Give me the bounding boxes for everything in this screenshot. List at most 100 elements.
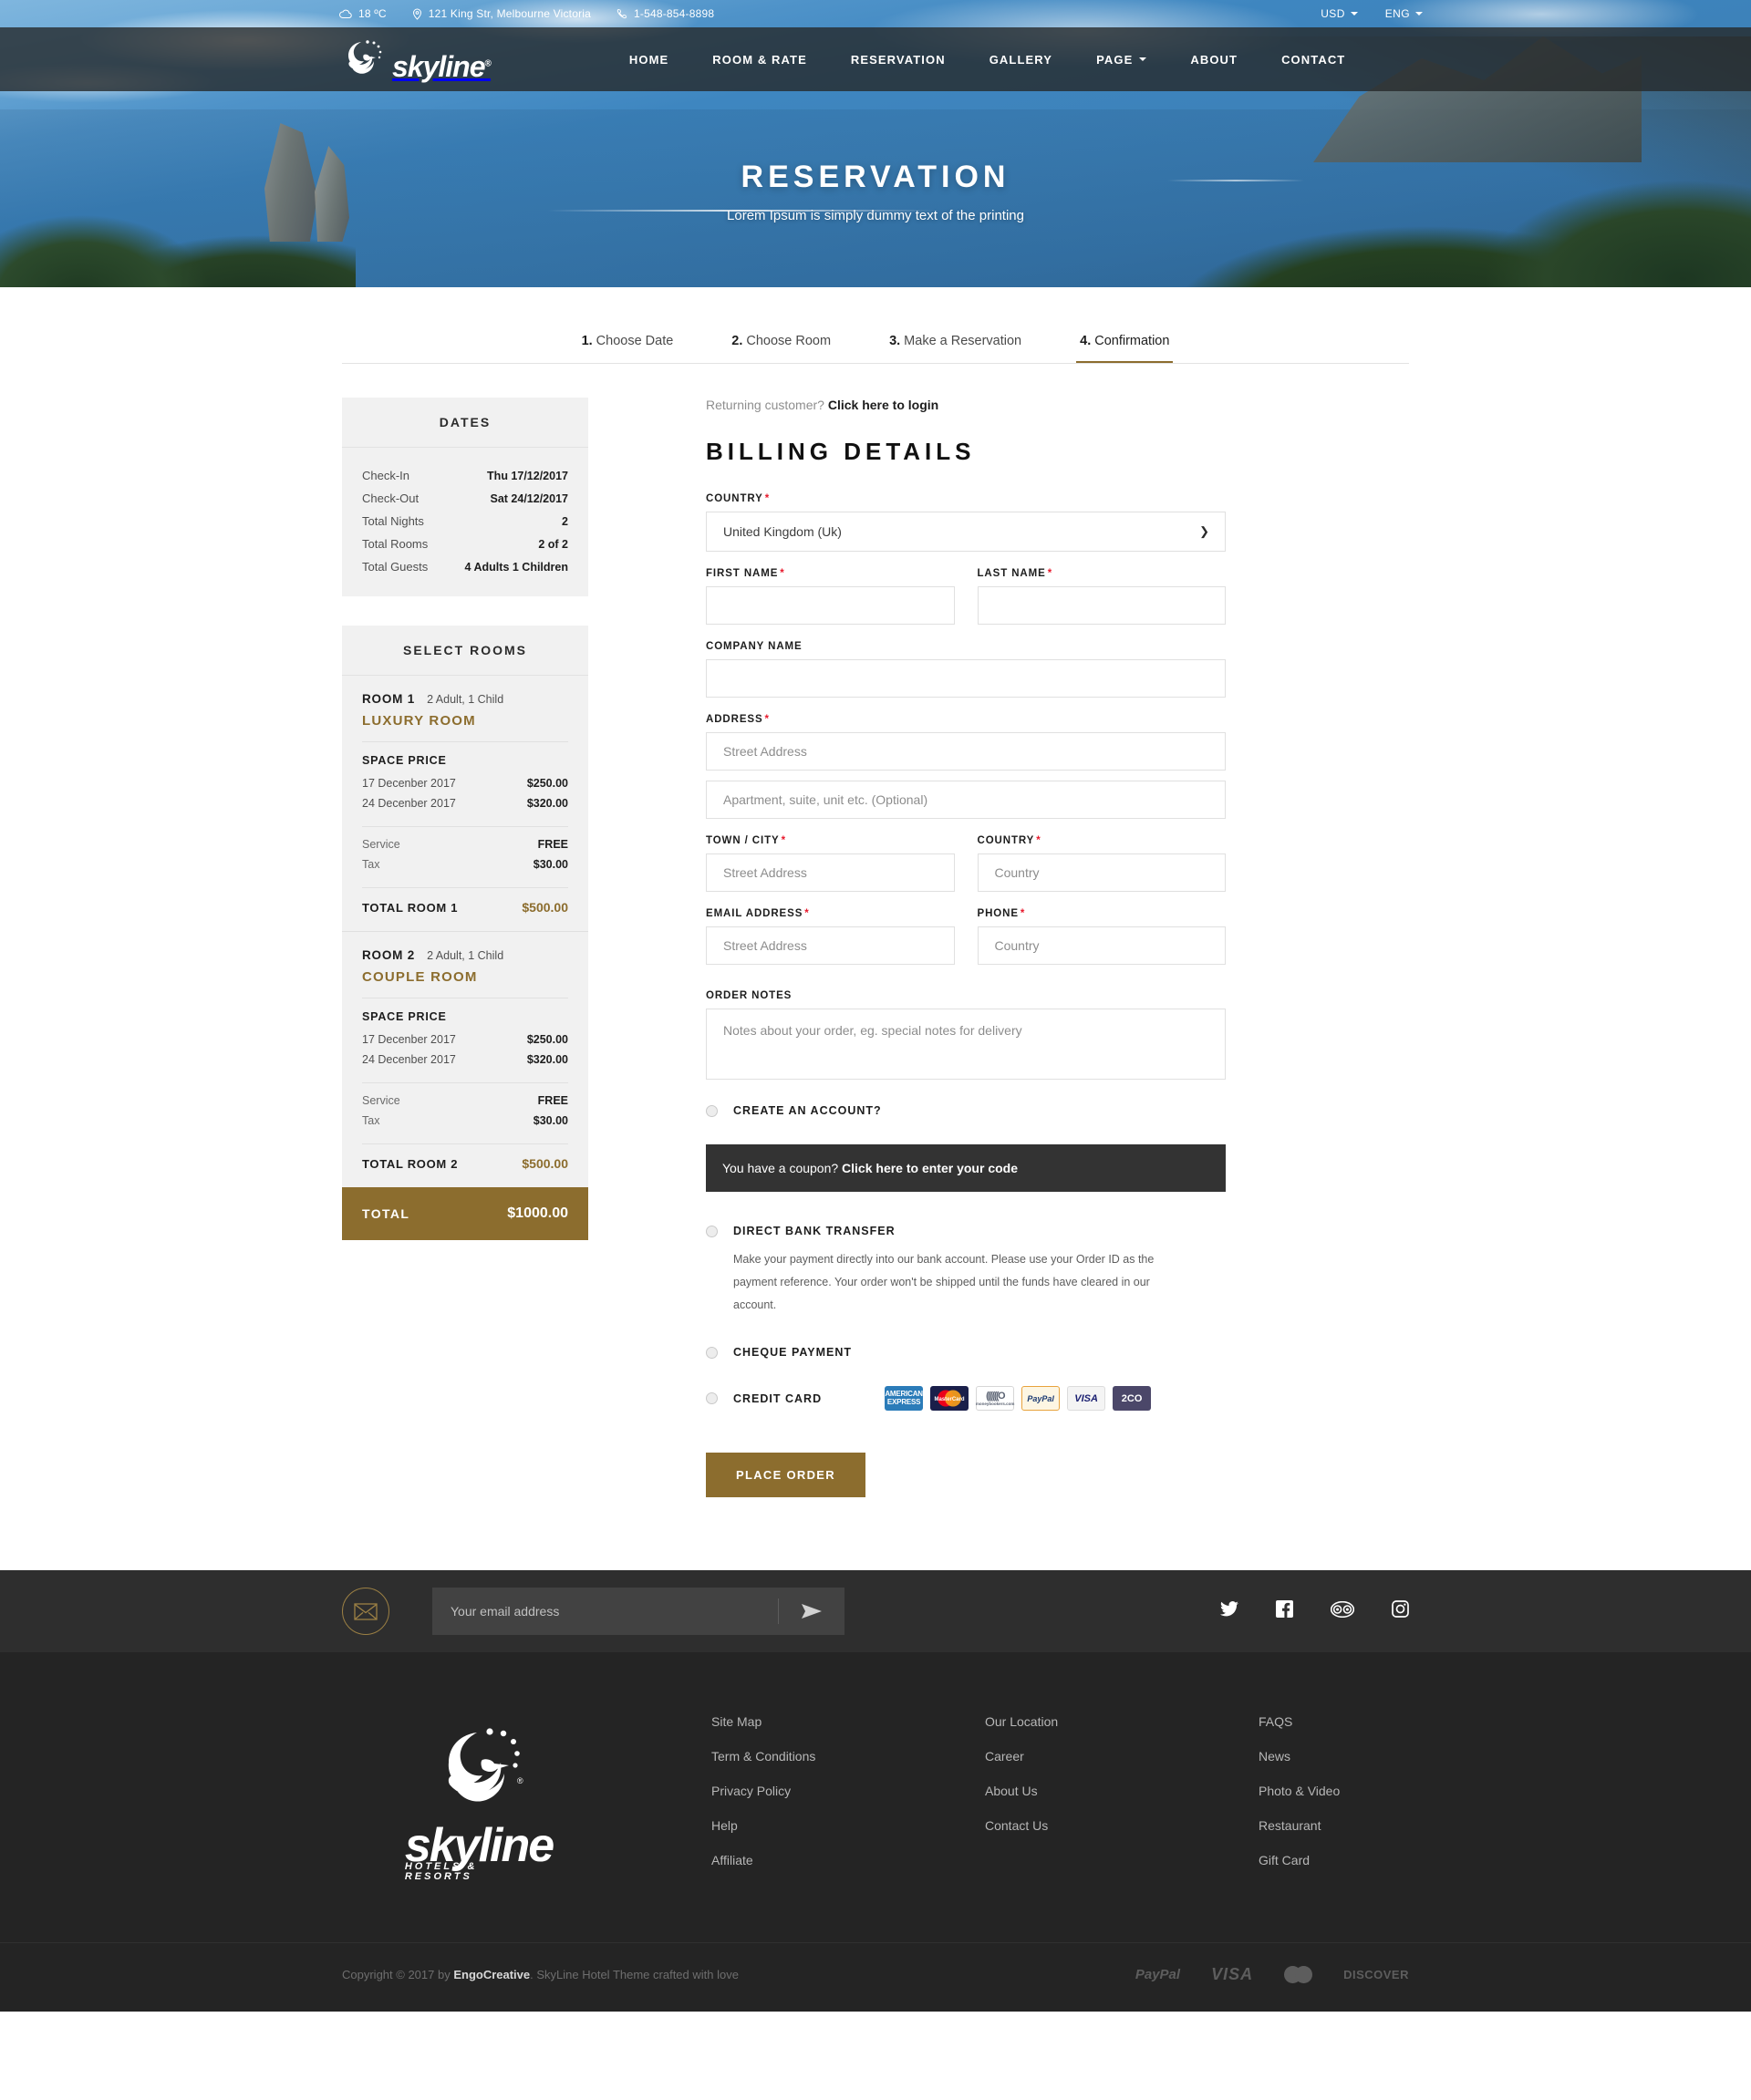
footer-link-photo-video[interactable]: Photo & Video	[1259, 1784, 1532, 1798]
place-order-button[interactable]: PLACE ORDER	[706, 1453, 865, 1497]
night-date: 17 Decenber 2017	[362, 777, 456, 790]
cheque-radio[interactable]	[706, 1346, 718, 1359]
step-choose-room[interactable]: 2. Choose Room	[728, 328, 834, 363]
room-summary-1: ROOM 1 2 Adult, 1 Child LUXURY ROOM SPAC…	[342, 676, 588, 931]
space-price-label: SPACE PRICE	[362, 754, 447, 767]
order-notes-textarea[interactable]	[706, 1009, 1226, 1080]
footer-link-help[interactable]: Help	[711, 1818, 985, 1833]
row-label: Total Nights	[362, 514, 424, 528]
required-mark: *	[1036, 835, 1041, 846]
room-header: ROOM 2 2 Adult, 1 Child	[362, 948, 568, 962]
footer-link-affiliate[interactable]: Affiliate	[711, 1853, 985, 1867]
language-selector[interactable]: ENG	[1385, 7, 1423, 20]
payment-option-credit-card[interactable]: CREDIT CARD AMERICAN EXPRESS MasterCard …	[706, 1386, 1226, 1411]
engocreative-link[interactable]: EngoCreative	[453, 1968, 530, 1981]
page-subtitle: Lorem Ipsum is simply dummy text of the …	[727, 208, 1024, 223]
company-label: COMPANY NAME	[706, 641, 803, 652]
coupon-link[interactable]: Click here to enter your code	[842, 1161, 1018, 1175]
address-line1-input[interactable]	[706, 732, 1226, 771]
nav-item-gallery[interactable]: GALLERY	[968, 53, 1074, 67]
billing-form-section: Returning customer? Click here to login …	[706, 398, 1226, 1497]
room-night-row: 17 Decenber 2017 $250.00	[362, 1029, 568, 1050]
nav-item-room-rate[interactable]: ROOM & RATE	[690, 53, 829, 67]
service-label: Service	[362, 1094, 400, 1107]
footer-link-terms[interactable]: Term & Conditions	[711, 1749, 985, 1764]
topbar-info-group: 18 ºC 121 King Str, Melbourne Victoria 1…	[339, 7, 714, 20]
discover-icon: DISCOVER	[1343, 1968, 1409, 1981]
company-input[interactable]	[706, 659, 1226, 698]
currency-selector[interactable]: USD	[1321, 7, 1358, 20]
footer-link-our-location[interactable]: Our Location	[985, 1714, 1259, 1729]
country2-input[interactable]	[977, 853, 1226, 892]
address-field-group: ADDRESS *	[706, 714, 1226, 819]
payment-option-header[interactable]: CREDIT CARD AMERICAN EXPRESS MasterCard …	[706, 1386, 1226, 1411]
newsletter-submit-button[interactable]	[779, 1588, 844, 1635]
footer-link-news[interactable]: News	[1259, 1749, 1532, 1764]
facebook-icon[interactable]	[1276, 1600, 1293, 1622]
site-logo[interactable]: skyline®	[339, 37, 492, 81]
nav-item-page[interactable]: PAGE	[1074, 53, 1168, 67]
room-tax-row: Tax $30.00	[362, 854, 568, 874]
booking-steps-section: 1. Choose Date 2. Choose Room 3. Make a Res…	[342, 287, 1409, 364]
dates-row-total-rooms: Total Rooms 2 of 2	[362, 533, 568, 555]
footer-link-restaurant[interactable]: Restaurant	[1259, 1818, 1532, 1833]
booking-summary-sidebar: DATES Check-In Thu 17/12/2017 Check-Out …	[342, 398, 588, 1269]
town-input[interactable]	[706, 853, 955, 892]
phone-input[interactable]	[977, 926, 1226, 965]
last-name-input[interactable]	[977, 586, 1226, 625]
step-make-reservation[interactable]: 3. Make a Reservation	[886, 328, 1025, 363]
last-name-label: LAST NAME *	[977, 568, 1053, 579]
tax-value: $30.00	[533, 858, 568, 871]
footer-link-privacy[interactable]: Privacy Policy	[711, 1784, 985, 1798]
coupon-bar[interactable]: You have a coupon? Click here to enter y…	[706, 1144, 1226, 1192]
step-choose-date[interactable]: 1. Choose Date	[578, 328, 678, 363]
payment-option-bank-transfer[interactable]: DIRECT BANK TRANSFER Make your payment d…	[706, 1225, 1226, 1317]
required-mark: *	[1047, 568, 1053, 579]
create-account-row[interactable]: CREATE AN ACCOUNT?	[706, 1104, 1226, 1117]
tripadvisor-icon[interactable]	[1330, 1600, 1355, 1622]
login-link[interactable]: Click here to login	[828, 398, 938, 412]
twitter-icon[interactable]	[1220, 1601, 1238, 1621]
footer-logo-wordmark: skyline HOTELS & RESORTS	[405, 1822, 554, 1882]
first-name-input[interactable]	[706, 586, 955, 625]
step-number: 3.	[889, 334, 901, 348]
footer-link-site-map[interactable]: Site Map	[711, 1714, 985, 1729]
footer-link-gift-card[interactable]: Gift Card	[1259, 1853, 1532, 1867]
bank-transfer-radio[interactable]	[706, 1225, 718, 1237]
step-confirmation[interactable]: 4. Confirmation	[1076, 328, 1174, 363]
grand-total-bar: TOTAL $1000.00	[342, 1187, 588, 1240]
instagram-icon[interactable]	[1392, 1600, 1409, 1622]
row-value: 4 Adults 1 Children	[464, 561, 568, 574]
address-line2-input[interactable]	[706, 781, 1226, 819]
create-account-radio[interactable]	[706, 1104, 718, 1117]
credit-card-radio[interactable]	[706, 1392, 718, 1404]
site-footer: ® skyline HOTELS & RESORTS Site Map Term…	[0, 1652, 1751, 2012]
svg-text:MasterCard: MasterCard	[935, 1397, 965, 1402]
payment-option-header[interactable]: DIRECT BANK TRANSFER	[706, 1225, 1226, 1237]
returning-customer-notice: Returning customer? Click here to login	[706, 398, 1226, 412]
cloud-icon	[339, 9, 352, 19]
footer-link-career[interactable]: Career	[985, 1749, 1259, 1764]
nav-item-contact[interactable]: CONTACT	[1259, 53, 1367, 67]
nav-item-home[interactable]: HOME	[607, 53, 690, 67]
location-pin-icon	[412, 7, 422, 20]
payment-option-header[interactable]: CHEQUE PAYMENT	[706, 1346, 1226, 1359]
grand-total-label: TOTAL	[362, 1206, 410, 1221]
room-total-label: TOTAL ROOM 2	[362, 1157, 459, 1171]
room-tax-row: Tax $30.00	[362, 1111, 568, 1131]
nav-item-about[interactable]: ABOUT	[1168, 53, 1259, 67]
email-input[interactable]	[706, 926, 955, 965]
newsletter-email-input[interactable]	[432, 1588, 778, 1635]
step-label: Choose Room	[746, 334, 832, 348]
country-field-group: COUNTRY * United Kingdom (Uk) ❯	[706, 493, 1226, 552]
footer-link-about-us[interactable]: About Us	[985, 1784, 1259, 1798]
service-value: FREE	[537, 1094, 568, 1107]
footer-payment-logos: PayPal VISA DISCOVER	[1135, 1965, 1409, 1984]
payment-option-cheque[interactable]: CHEQUE PAYMENT	[706, 1346, 1226, 1359]
room-occupancy: 2 Adult, 1 Child	[427, 693, 504, 706]
row-value: Thu 17/12/2017	[487, 470, 568, 482]
nav-item-reservation[interactable]: RESERVATION	[829, 53, 968, 67]
footer-link-faqs[interactable]: FAQS	[1259, 1714, 1532, 1729]
footer-link-contact-us[interactable]: Contact Us	[985, 1818, 1259, 1833]
country-select[interactable]: United Kingdom (Uk)	[706, 512, 1226, 552]
